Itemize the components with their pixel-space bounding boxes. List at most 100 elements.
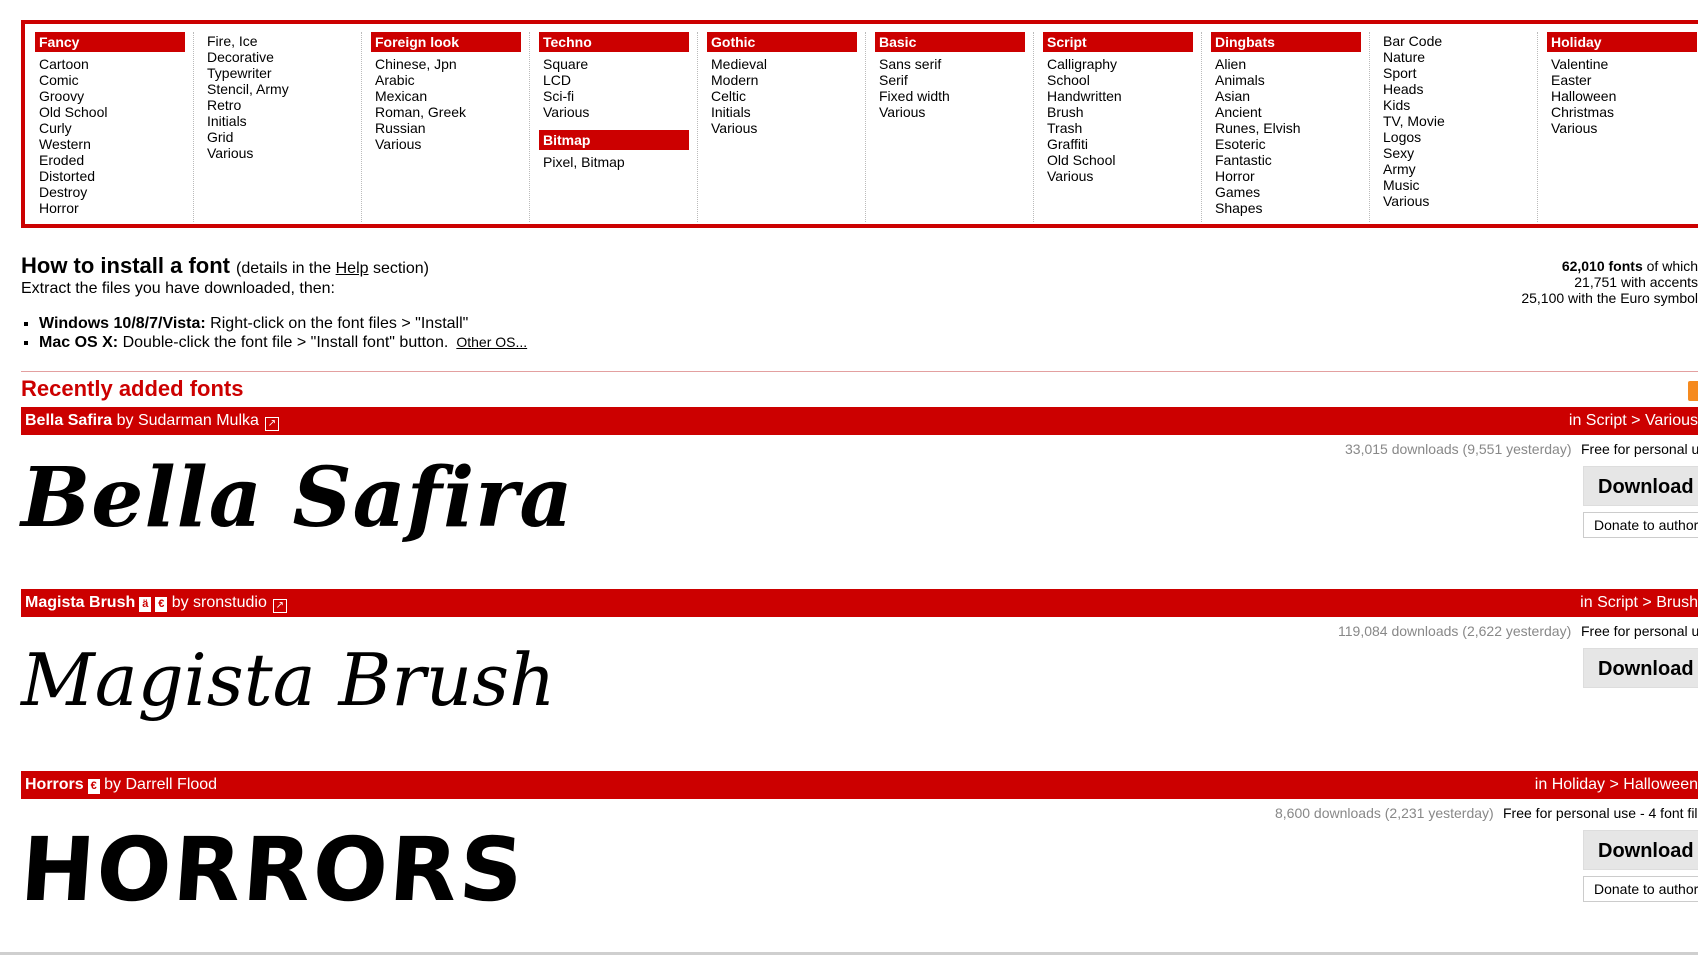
category-link[interactable]: Fantastic xyxy=(1215,152,1369,168)
category-link[interactable]: Old School xyxy=(39,104,193,120)
category-link[interactable]: Groovy xyxy=(39,88,193,104)
category-link[interactable]: Various xyxy=(1551,120,1698,136)
category-link[interactable]: Various xyxy=(1383,193,1537,209)
category-link[interactable]: Esoteric xyxy=(1215,136,1369,152)
category-link[interactable]: Western xyxy=(39,136,193,152)
category-link[interactable]: Various xyxy=(207,145,361,161)
category-link[interactable]: Old School xyxy=(1047,152,1201,168)
donate-button[interactable]: Donate to author xyxy=(1583,512,1698,538)
category-link[interactable]: Celtic xyxy=(711,88,865,104)
category-header[interactable]: Techno xyxy=(539,32,689,52)
category-link[interactable]: Various xyxy=(375,136,529,152)
category-link[interactable]: Initials xyxy=(711,104,865,120)
category-link[interactable]: Halloween xyxy=(1551,88,1698,104)
category-header[interactable]: Script xyxy=(1043,32,1193,52)
category-link[interactable]: Army xyxy=(1383,161,1537,177)
category-link[interactable]: Brush xyxy=(1047,104,1201,120)
category-link[interactable]: Nature xyxy=(1383,49,1537,65)
download-button[interactable]: Download xyxy=(1583,648,1698,688)
category-link[interactable]: Alien xyxy=(1215,56,1369,72)
font-preview[interactable]: Bella Safira xyxy=(21,450,574,546)
font-name-link[interactable]: Bella Safira xyxy=(25,412,112,429)
font-author-link[interactable]: by Sudarman Mulka xyxy=(117,412,259,429)
category-link[interactable]: Sans serif xyxy=(879,56,1033,72)
font-author-link[interactable]: by Darrell Flood xyxy=(104,776,217,793)
category-link[interactable]: Games xyxy=(1215,184,1369,200)
category-link[interactable]: Sexy xyxy=(1383,145,1537,161)
category-link[interactable]: Horror xyxy=(1215,168,1369,184)
category-link[interactable]: Comic xyxy=(39,72,193,88)
category-link[interactable]: Medieval xyxy=(711,56,865,72)
category-link[interactable]: Various xyxy=(879,104,1033,120)
category-link[interactable]: Calligraphy xyxy=(1047,56,1201,72)
category-link[interactable]: Shapes xyxy=(1215,200,1369,216)
category-link[interactable]: Retro xyxy=(207,97,361,113)
category-link[interactable]: School xyxy=(1047,72,1201,88)
donate-button[interactable]: Donate to author xyxy=(1583,876,1698,902)
category-link[interactable]: Horror xyxy=(39,200,193,216)
category-link[interactable]: Typewriter xyxy=(207,65,361,81)
category-header[interactable]: Dingbats xyxy=(1211,32,1361,52)
category-header[interactable]: Holiday xyxy=(1547,32,1697,52)
category-link[interactable]: Distorted xyxy=(39,168,193,184)
category-link[interactable]: Initials xyxy=(207,113,361,129)
category-link[interactable]: Graffiti xyxy=(1047,136,1201,152)
category-link[interactable]: Chinese, Jpn xyxy=(375,56,529,72)
category-link[interactable]: LCD xyxy=(543,72,697,88)
font-preview[interactable]: Magista Brush xyxy=(21,638,555,722)
category-link[interactable]: Square xyxy=(543,56,697,72)
external-link-icon[interactable]: ↗ xyxy=(272,599,287,613)
font-category-link[interactable]: in Script > Various xyxy=(1569,407,1698,435)
category-link[interactable]: Ancient xyxy=(1215,104,1369,120)
category-header[interactable]: Fancy xyxy=(35,32,185,52)
category-link[interactable]: Trash xyxy=(1047,120,1201,136)
category-link[interactable]: TV, Movie xyxy=(1383,113,1537,129)
font-name-link[interactable]: Magista Brush xyxy=(25,594,135,611)
category-header[interactable]: Gothic xyxy=(707,32,857,52)
category-link[interactable]: Animals xyxy=(1215,72,1369,88)
category-link[interactable]: Mexican xyxy=(375,88,529,104)
category-link[interactable]: Roman, Greek xyxy=(375,104,529,120)
category-header-bitmap[interactable]: Bitmap xyxy=(539,130,689,150)
category-link[interactable]: Various xyxy=(711,120,865,136)
category-link[interactable]: Heads xyxy=(1383,81,1537,97)
category-link[interactable]: Various xyxy=(1047,168,1201,184)
category-link[interactable]: Modern xyxy=(711,72,865,88)
font-category-link[interactable]: in Script > Brush xyxy=(1580,589,1698,617)
category-link[interactable]: Arabic xyxy=(375,72,529,88)
category-header[interactable]: Basic xyxy=(875,32,1025,52)
external-link-icon[interactable]: ↗ xyxy=(264,417,279,431)
category-link[interactable]: Destroy xyxy=(39,184,193,200)
category-link[interactable]: Sci-fi xyxy=(543,88,697,104)
category-link[interactable]: Fire, Ice xyxy=(207,33,361,49)
category-link[interactable]: Russian xyxy=(375,120,529,136)
category-link[interactable]: Serif xyxy=(879,72,1033,88)
download-button[interactable]: Download xyxy=(1583,830,1698,870)
category-link[interactable]: Valentine xyxy=(1551,56,1698,72)
rss-icon[interactable] xyxy=(1688,381,1698,401)
download-button[interactable]: Download xyxy=(1583,466,1698,506)
category-link[interactable]: Stencil, Army xyxy=(207,81,361,97)
category-link[interactable]: Fixed width xyxy=(879,88,1033,104)
category-link[interactable]: Handwritten xyxy=(1047,88,1201,104)
font-name-link[interactable]: Horrors xyxy=(25,776,84,793)
category-link[interactable]: Music xyxy=(1383,177,1537,193)
category-link[interactable]: Logos xyxy=(1383,129,1537,145)
category-link[interactable]: Cartoon xyxy=(39,56,193,72)
category-link[interactable]: Grid xyxy=(207,129,361,145)
help-link[interactable]: Help xyxy=(336,260,369,277)
category-link[interactable]: Easter xyxy=(1551,72,1698,88)
category-link[interactable]: Kids xyxy=(1383,97,1537,113)
font-preview[interactable]: HORRORS xyxy=(17,818,528,921)
category-link[interactable]: Runes, Elvish xyxy=(1215,120,1369,136)
category-link[interactable]: Eroded xyxy=(39,152,193,168)
category-link[interactable]: Sport xyxy=(1383,65,1537,81)
font-author-link[interactable]: by sronstudio xyxy=(172,594,267,611)
category-link[interactable]: Decorative xyxy=(207,49,361,65)
font-category-link[interactable]: in Holiday > Halloween xyxy=(1535,771,1698,799)
other-os-link[interactable]: Other OS... xyxy=(456,334,527,350)
category-link[interactable]: Curly xyxy=(39,120,193,136)
category-header[interactable]: Foreign look xyxy=(371,32,521,52)
category-link[interactable]: Bar Code xyxy=(1383,33,1537,49)
category-link[interactable]: Various xyxy=(543,104,697,120)
